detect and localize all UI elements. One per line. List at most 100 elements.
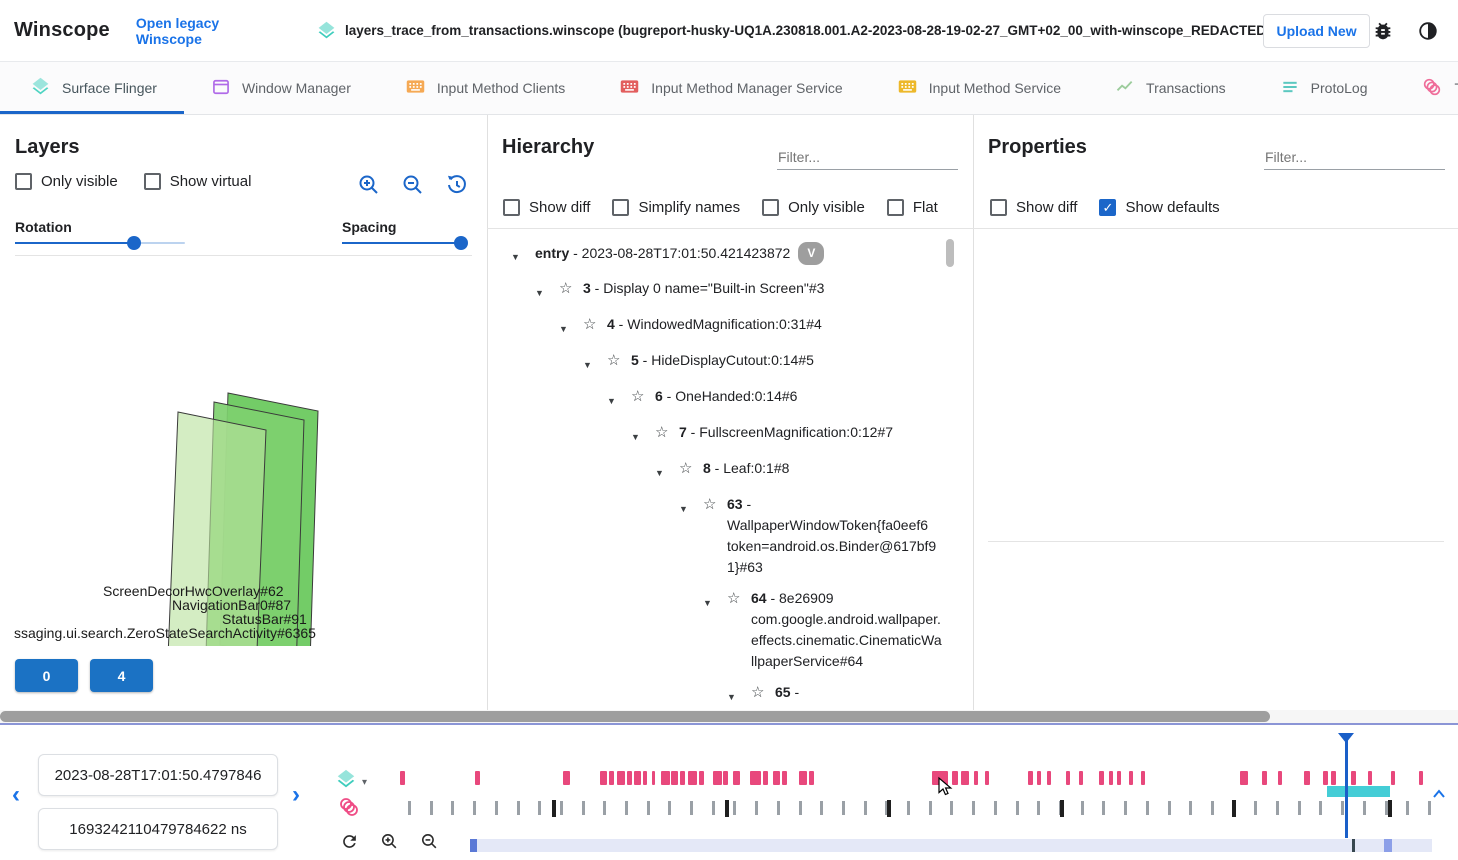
sf-entry-tick[interactable] [1146,801,1149,815]
transition-block[interactable] [985,771,989,785]
sf-entry-tick[interactable] [929,801,932,815]
transition-block[interactable] [713,771,722,785]
prev-entry-chevron[interactable]: ‹ [12,785,20,805]
tree-node-63[interactable]: ▼☆63 - WallpaperWindowToken{fa0eef6 toke… [495,489,947,583]
track-dropdown-caret[interactable]: ▾ [362,777,367,788]
sf-entry-tick[interactable] [799,801,802,815]
sf-entry-tick[interactable] [647,801,650,815]
sf-entry-tick[interactable] [972,801,975,815]
transition-block[interactable] [1141,771,1145,785]
sf-entry-tick[interactable] [1298,801,1301,815]
timestamp-ns-input[interactable] [38,808,278,850]
transition-block[interactable] [773,771,780,785]
sf-entry-tick[interactable] [907,801,910,815]
expander-arrow-icon[interactable]: ▼ [583,350,607,376]
transition-block[interactable] [1419,771,1423,785]
transition-block[interactable] [661,771,670,785]
pin-star-icon[interactable]: ☆ [751,682,775,703]
sf-entry-tick[interactable] [538,801,541,815]
tree-node-5[interactable]: ▼☆5 - HideDisplayCutout:0:14#5 [495,345,947,381]
tree-node-entry[interactable]: ▼entry - 2023-08-28T17:01:50.421423872V [495,237,947,273]
transition-block[interactable] [652,771,655,785]
dark-mode-icon[interactable] [1417,19,1440,43]
checkbox-only-visible[interactable]: Only visible [762,199,865,216]
tree-node-65[interactable]: ▼☆65 - com.google.android.wallpaper.effe… [495,677,947,707]
timeline-zoom-in-icon[interactable] [380,832,399,856]
tree-node-64[interactable]: ▼☆64 - 8e26909 com.google.android.wallpa… [495,583,947,677]
transition-block[interactable] [1117,771,1121,785]
sf-entry-tick[interactable] [950,801,953,815]
transition-block[interactable] [1109,771,1113,785]
sf-entry-tick[interactable] [777,801,780,815]
checkbox-show-virtual[interactable]: Show virtual [144,173,252,190]
transition-block[interactable] [1129,771,1133,785]
timeline-cursor-handle[interactable] [1338,733,1354,743]
transition-block[interactable] [400,771,405,785]
transition-block[interactable] [1391,771,1395,785]
transition-block[interactable] [1304,771,1310,785]
zoom-in-icon[interactable] [356,172,382,198]
checkbox-show-diff[interactable]: Show diff [503,199,590,216]
transition-block[interactable] [627,771,632,785]
transition-block[interactable] [799,771,807,785]
transition-block[interactable] [643,771,647,785]
sf-entry-tick[interactable] [668,801,671,815]
transition-block[interactable] [782,771,787,785]
timeline-overview-strip[interactable] [470,839,1432,852]
hierarchy-scrollbar[interactable] [946,239,954,699]
sf-entry-tick[interactable] [1363,801,1366,815]
tab-window-manager[interactable]: Window Manager [184,62,378,114]
pin-star-icon[interactable]: ☆ [655,422,679,443]
sf-entry-tick[interactable] [1102,801,1105,815]
transition-block[interactable] [1037,771,1041,785]
tree-node-7[interactable]: ▼☆7 - FullscreenMagnification:0:12#7 [495,417,947,453]
checkbox-flat[interactable]: Flat [887,199,938,216]
checkbox-box[interactable] [503,199,520,216]
sf-entry-tick[interactable] [712,801,715,815]
sf-entry-tick[interactable] [625,801,628,815]
horizontal-scrollbar[interactable] [0,710,1458,723]
sf-entry-tick[interactable] [408,801,411,815]
expander-arrow-icon[interactable]: ▼ [511,242,535,268]
checkbox-box[interactable]: ✓ [1099,199,1116,216]
checkbox-only-visible[interactable]: Only visible [15,173,118,190]
expander-arrow-icon[interactable]: ▼ [535,278,559,304]
sf-entry-tick[interactable] [1016,801,1019,815]
checkbox-box[interactable] [15,173,32,190]
sf-entry-tick[interactable] [430,801,433,815]
sf-entry-tick[interactable] [690,801,693,815]
hierarchy-scrollbar-thumb[interactable] [946,239,954,267]
transition-block[interactable] [475,771,480,785]
zoom-out-icon[interactable] [400,172,426,198]
transition-block[interactable] [1351,771,1356,785]
transition-block[interactable] [974,771,978,785]
transition-block[interactable] [634,771,641,785]
sf-entry-tick[interactable] [1406,801,1409,815]
tab-input-method-clients[interactable]: Input Method Clients [378,62,592,114]
display-button-0[interactable]: 0 [15,659,78,692]
tree-node-4[interactable]: ▼☆4 - WindowedMagnification:0:31#4 [495,309,947,345]
sf-entry-tick[interactable] [451,801,454,815]
checkbox-box[interactable] [762,199,779,216]
sf-entry-tick[interactable] [1081,801,1084,815]
sf-entry-tick-bold[interactable] [1232,800,1236,817]
sf-entry-tick[interactable] [755,801,758,815]
pin-star-icon[interactable]: ☆ [583,314,607,335]
transition-block[interactable] [1028,771,1033,785]
expander-arrow-icon[interactable]: ▼ [703,588,727,614]
pin-star-icon[interactable]: ☆ [727,588,751,609]
spacing-slider[interactable]: Spacing [342,219,465,244]
sf-entry-tick[interactable] [473,801,476,815]
sf-entry-tick[interactable] [603,801,606,815]
transition-block[interactable] [1079,771,1083,785]
transition-block[interactable] [763,771,768,785]
tab-surface-flinger[interactable]: Surface Flinger [0,62,184,114]
transition-block[interactable] [961,771,969,785]
bug-report-icon[interactable] [1372,19,1395,43]
checkbox-box[interactable] [887,199,904,216]
sf-entry-tick[interactable] [495,801,498,815]
transition-block[interactable] [809,771,814,785]
checkbox-box[interactable] [990,199,1007,216]
collapse-timeline-chevron[interactable] [1430,786,1448,807]
tab-transactions[interactable]: Transactions [1088,62,1253,114]
